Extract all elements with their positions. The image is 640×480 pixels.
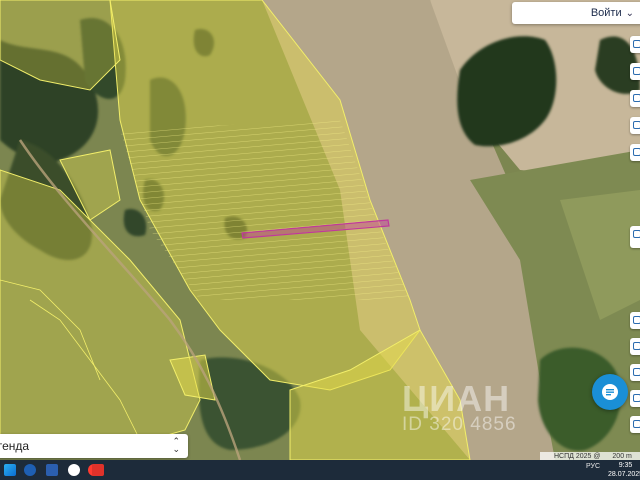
map-tool-button-3[interactable] [630,90,640,107]
map-tool-button-7[interactable] [630,338,640,355]
map-tool-icon [633,67,640,75]
map-tool-icon [633,148,640,156]
map-tool-button-9[interactable] [630,390,640,407]
clock-time: 9:35 [618,462,633,469]
map-tool-button-8[interactable] [630,364,640,381]
login-label: Войти [590,7,622,19]
home-icon [633,230,640,238]
chat-button[interactable] [592,374,628,410]
satellite-map[interactable] [0,0,640,460]
map-tool-icon [633,420,640,428]
map-tool-button-1[interactable] [630,36,640,53]
map-tool-icon [633,94,640,102]
taskbar: РУС 9:35 28.07.2025 [0,460,640,480]
word-icon[interactable] [46,464,58,476]
home-button[interactable] [630,226,640,248]
edge-icon[interactable] [24,464,36,476]
map-tool-button-10[interactable] [630,416,640,433]
chat-icon [602,384,618,400]
map-tool-icon [633,368,640,376]
taskbar-clock[interactable]: 9:35 28.07.2025 [608,461,640,479]
map-tool-icon [633,121,640,129]
tray-language[interactable]: РУС [586,463,600,470]
map-tool-icon [633,394,640,402]
clock-date: 28.07.2025 [608,471,640,478]
map-tool-button-2[interactable] [630,63,640,80]
map-tool-button-6[interactable] [630,312,640,329]
map-tool-button-4[interactable] [630,117,640,134]
map-tool-icon [633,40,640,48]
login-button[interactable]: Войти ⌄ [512,2,640,24]
cian-watermark-id: ID 320 4856 [402,414,517,435]
map-tool-icon [633,342,640,350]
legend-panel[interactable]: генда ⌃ ⌄ [0,434,188,458]
yandex-icon[interactable] [68,464,80,476]
scale-label: 200 m [612,453,632,460]
map-tool-icon [633,316,640,324]
login-chevron-icon: ⌄ [625,7,634,19]
camera-app-icon[interactable] [92,464,104,476]
legend-toggle-icon[interactable]: ⌃ ⌄ [172,437,180,454]
windows-icon[interactable] [4,464,16,476]
legend-label: генда [0,439,30,453]
map-tool-button-5[interactable] [630,144,640,161]
